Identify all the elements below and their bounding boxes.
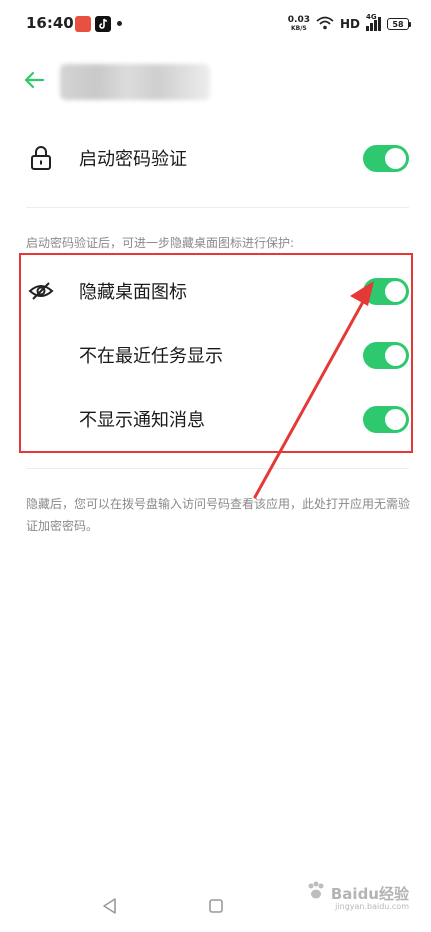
hd-label: HD: [339, 17, 360, 31]
hide-from-recent-tasks-label: 不在最近任务显示: [79, 346, 223, 367]
top-bar: [0, 58, 431, 106]
divider: [26, 468, 409, 469]
back-button[interactable]: [18, 66, 50, 98]
password-verification-label: 启动密码验证: [79, 149, 187, 170]
section-hint: 启动密码验证后，可进一步隐藏桌面图标进行保护:: [26, 236, 295, 250]
watermark-sub: jingyan.baidu.com: [335, 902, 409, 911]
hide-desktop-icon-label: 隐藏桌面图标: [79, 282, 187, 303]
hide-desktop-icon-toggle[interactable]: [363, 277, 409, 305]
arrow-left-icon: [23, 71, 45, 93]
paw-logo-icon: [305, 880, 327, 906]
lock-icon: [28, 145, 54, 171]
toggle-knob: [385, 147, 406, 169]
net-speed-unit: KB/S: [291, 25, 307, 32]
footer-hint: 隐藏后，您可以在拨号盘输入访问号码查看该应用，此处打开应用无需验证加密密码。: [26, 497, 411, 533]
blurred-app-title: [60, 64, 210, 100]
watermark-text: Baidu经验: [330, 884, 409, 903]
hide-from-recent-tasks-row[interactable]: 不在最近任务显示: [0, 333, 431, 377]
hide-from-recent-tasks-toggle[interactable]: [363, 341, 409, 369]
wifi-icon: [316, 15, 334, 34]
net-speed-value: 0.03: [287, 15, 310, 25]
hide-notifications-toggle[interactable]: [363, 405, 409, 433]
password-verification-row[interactable]: 启动密码验证: [0, 136, 431, 180]
eye-off-icon: [28, 278, 54, 304]
battery-level: 58: [387, 18, 409, 30]
weibo-app-icon: [75, 16, 91, 32]
nav-back-button[interactable]: [98, 896, 122, 920]
signal-icon: 4G: [366, 13, 381, 31]
battery-icon: 58: [387, 18, 411, 30]
toggle-knob: [385, 344, 406, 366]
back-triangle-icon: [101, 897, 119, 919]
status-indicators: 0.03 KB/S HD 4G 58: [288, 13, 411, 34]
hide-desktop-icon-row[interactable]: 隐藏桌面图标: [0, 269, 431, 313]
hide-notifications-row[interactable]: 不显示通知消息: [0, 397, 431, 441]
toggle-knob: [385, 408, 406, 430]
home-square-icon: [207, 897, 225, 919]
signal-label: 4G: [366, 13, 377, 21]
toggle-knob: [385, 280, 406, 302]
hide-notifications-label: 不显示通知消息: [79, 410, 205, 431]
password-verification-toggle[interactable]: [363, 144, 409, 172]
net-speed: 0.03 KB/S: [288, 16, 310, 32]
status-time: 16:40: [26, 14, 74, 32]
divider: [26, 207, 409, 208]
notification-dot: [117, 21, 122, 26]
nav-home-button[interactable]: [204, 896, 228, 920]
status-bar: 16:40 0.03 KB/S HD 4G 58: [0, 0, 431, 52]
tiktok-app-icon: [95, 16, 111, 32]
